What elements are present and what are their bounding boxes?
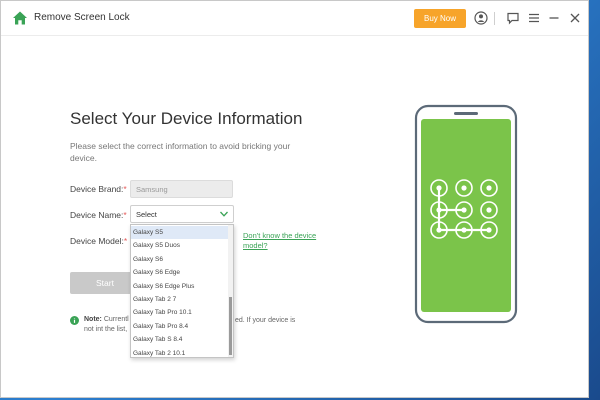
device-name-label-text: Device Name: [70,210,124,220]
feedback-icon[interactable] [506,11,520,25]
note-text-end: ed. If your device is [235,317,296,324]
dropdown-item[interactable]: Galaxy S6 [131,253,229,266]
dropdown-item[interactable]: Galaxy Tab Pro 10.1 [131,306,229,319]
dropdown-item[interactable]: Galaxy Tab 2 10.1 [131,347,229,360]
app-window: Remove Screen Lock Buy Now Select Your D… [0,0,589,398]
dropdown-item[interactable]: Galaxy Tab S 8.4 [131,333,229,346]
device-name-dropdown[interactable]: Galaxy S5 Galaxy S5 Duos Galaxy S6 Galax… [130,224,234,358]
note-text-start: Note: Currentl [84,316,129,323]
device-model-label: Device Model:* [70,236,127,246]
device-name-label: Device Name:* [70,210,127,220]
page-subtitle: Please select the correct information to… [70,141,291,163]
dropdown-scrollbar-thumb[interactable] [229,297,232,355]
phone-illustration [414,104,518,324]
title-bar: Remove Screen Lock Buy Now [1,1,588,36]
note-text-continued: not int the list, [84,326,128,333]
minimize-icon[interactable] [547,11,561,25]
dropdown-item[interactable]: Galaxy Tab Pro 8.4 [131,320,229,333]
dropdown-item[interactable]: Galaxy S6 Edge [131,266,229,279]
home-icon[interactable] [12,10,28,26]
close-icon[interactable] [568,11,582,25]
device-brand-field: Samsung [130,180,233,198]
required-mark: * [123,236,128,246]
dropdown-item[interactable]: Galaxy S5 Duos [131,239,229,252]
page-title: Select Your Device Information [70,109,303,128]
note-visible-start: Currentl [103,316,129,323]
dropdown-item[interactable]: Galaxy Tab 2 7 [131,293,229,306]
titlebar-divider [494,12,495,25]
device-model-label-text: Device Model: [70,236,124,246]
device-model-help-link[interactable]: Don't know the device model? [243,231,323,251]
chevron-down-icon[interactable] [219,209,229,219]
note-prefix: Note: [84,316,102,323]
device-name-select-value: Select [136,210,157,219]
app-title: Remove Screen Lock [34,12,130,23]
required-mark: * [123,184,127,194]
buy-now-button[interactable]: Buy Now [414,9,466,28]
device-brand-label: Device Brand:* [70,184,127,194]
dropdown-scrollbar[interactable] [228,225,233,357]
dropdown-item[interactable]: Galaxy S5 [131,226,229,240]
menu-icon[interactable] [527,11,541,25]
required-mark: * [123,210,127,220]
info-icon [70,316,79,325]
dropdown-item[interactable]: Galaxy S6 Edge Plus [131,280,229,293]
device-brand-label-text: Device Brand: [70,184,124,194]
device-name-select[interactable]: Select [130,205,234,223]
account-icon[interactable] [474,11,488,25]
